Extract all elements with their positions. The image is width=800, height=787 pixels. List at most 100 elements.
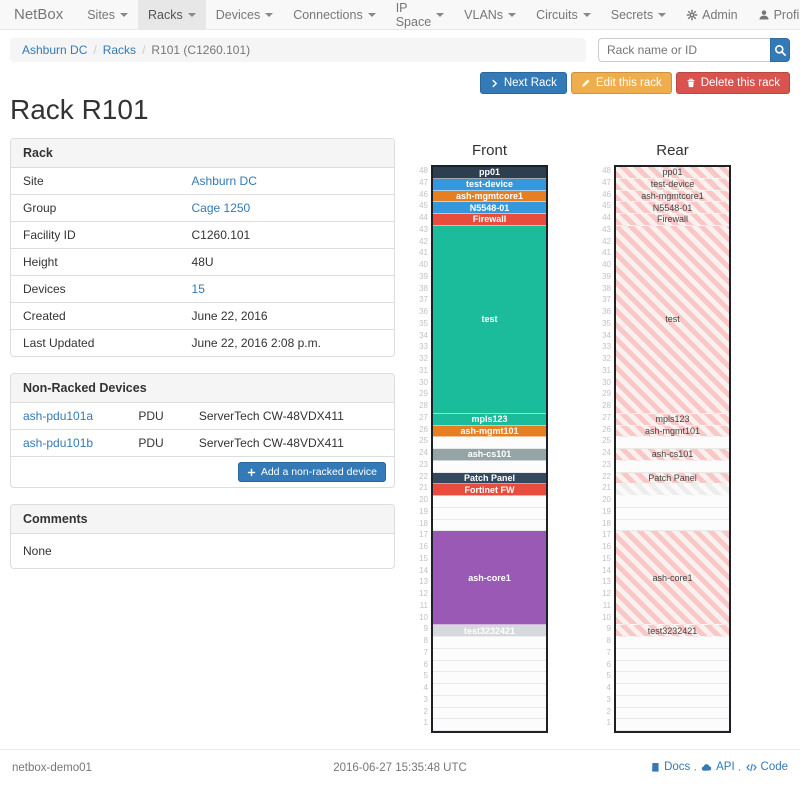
unit-number: 40 xyxy=(417,259,431,271)
delete-this-rack-button[interactable]: Delete this rack xyxy=(676,72,790,94)
search-button[interactable] xyxy=(770,38,790,62)
unit-number: 38 xyxy=(600,283,614,295)
rack-unit-empty xyxy=(616,637,729,649)
footer-link-api[interactable]: API xyxy=(700,761,735,773)
rack-unit-empty xyxy=(433,708,546,720)
nav-item-label: Sites xyxy=(87,8,115,22)
rack-device-test3232421[interactable]: test3232421 xyxy=(616,625,729,637)
unit-number: 36 xyxy=(417,306,431,318)
nav-item-admin[interactable]: Admin xyxy=(676,0,747,29)
rack-device-ash-mgmtcore1[interactable]: ash-mgmtcore1 xyxy=(616,191,729,203)
footer-link-docs[interactable]: Docs xyxy=(650,761,690,773)
user-icon xyxy=(758,9,770,21)
chevron-down-icon xyxy=(658,13,666,17)
nav-item-devices[interactable]: Devices xyxy=(206,0,283,29)
nav-item-ip-space[interactable]: IP Space xyxy=(386,0,454,29)
nav-item-racks[interactable]: Racks xyxy=(138,0,206,29)
unit-number: 48 xyxy=(600,165,614,177)
rack-device-test[interactable]: test xyxy=(433,226,546,414)
rack-device-n5548-01[interactable]: N5548-01 xyxy=(433,202,546,214)
rack-device-pp01[interactable]: pp01 xyxy=(616,167,729,179)
nav-item-sites[interactable]: Sites xyxy=(77,0,138,29)
device-name-link[interactable]: ash-pdu101a xyxy=(23,409,93,423)
unit-number: 33 xyxy=(417,341,431,353)
nav-item-profile[interactable]: Profile xyxy=(748,0,800,29)
netbox-brand[interactable]: NetBox xyxy=(0,0,77,29)
rack-attr-rows: SiteAshburn DCGroupCage 1250Facility IDC… xyxy=(11,168,394,356)
rack-device-patch-panel[interactable]: Patch Panel xyxy=(433,473,546,485)
rack-device-ash-cs101[interactable]: ash-cs101 xyxy=(616,449,729,461)
attr-value[interactable]: 15 xyxy=(192,282,205,296)
rack-device-test[interactable]: test xyxy=(616,226,729,414)
unit-number: 22 xyxy=(417,471,431,483)
cloud-icon xyxy=(700,762,713,773)
nav-item-label: IP Space xyxy=(396,1,431,29)
unit-number: 19 xyxy=(417,506,431,518)
attr-label: Group xyxy=(11,195,180,222)
comments-panel: Comments None xyxy=(10,504,395,569)
navbar: NetBox Sites RacksDevicesConnections IP Sp… xyxy=(0,0,800,30)
rack-device-pp01[interactable]: pp01 xyxy=(433,167,546,179)
rack-device-ash-core1[interactable]: ash-core1 xyxy=(616,531,729,625)
rack-device-n5548-01[interactable]: N5548-01 xyxy=(616,202,729,214)
rack-device-firewall[interactable]: Firewall xyxy=(433,214,546,226)
rack-device-test-device[interactable]: test-device xyxy=(433,179,546,191)
breadcrumb-item-ashburn-dc[interactable]: Ashburn DC xyxy=(22,43,87,57)
unit-number: 30 xyxy=(417,377,431,389)
unit-number: 32 xyxy=(417,353,431,365)
rack-device-firewall[interactable]: Firewall xyxy=(616,214,729,226)
unit-number: 40 xyxy=(600,259,614,271)
unit-number: 47 xyxy=(600,177,614,189)
nav-item-connections[interactable]: Connections xyxy=(283,0,386,29)
device-role: PDU xyxy=(126,403,187,430)
breadcrumb-item-racks[interactable]: Racks xyxy=(103,43,136,57)
edit-this-rack-button[interactable]: Edit this rack xyxy=(571,72,672,94)
rack-device-label: test3232421 xyxy=(648,626,698,636)
rack-device-ash-mgmt101[interactable]: ash-mgmt101 xyxy=(616,426,729,438)
rack-actions: Next RackEdit this rackDelete this rack xyxy=(10,72,790,94)
unit-number: 18 xyxy=(600,518,614,530)
unit-number: 26 xyxy=(417,424,431,436)
nav-item-secrets[interactable]: Secrets xyxy=(601,0,676,29)
rack-device-ash-core1[interactable]: ash-core1 xyxy=(433,531,546,625)
unit-number: 3 xyxy=(600,694,614,706)
unit-number: 11 xyxy=(417,600,431,612)
next-rack-button[interactable]: Next Rack xyxy=(480,72,567,94)
add-non-racked-device-button[interactable]: Add a non-racked device xyxy=(238,462,386,482)
unit-number: 43 xyxy=(600,224,614,236)
unit-number: 3 xyxy=(417,694,431,706)
rack-device-fortinet-fw[interactable]: Fortinet FW xyxy=(433,484,546,496)
attr-value[interactable]: Cage 1250 xyxy=(192,201,251,215)
device-name-link[interactable]: ash-pdu101b xyxy=(23,436,93,450)
footer-link-code[interactable]: Code xyxy=(745,761,789,773)
search-input[interactable] xyxy=(598,38,770,62)
unit-number: 42 xyxy=(417,236,431,248)
attr-value[interactable]: Ashburn DC xyxy=(192,174,257,188)
unit-number: 37 xyxy=(417,294,431,306)
unit-number: 11 xyxy=(600,600,614,612)
non-racked-rows: ash-pdu101aPDUServerTech CW-48VDX411ash-… xyxy=(11,403,394,456)
code-icon xyxy=(745,762,758,773)
footer-hostname: netbox-demo01 xyxy=(12,762,271,774)
chevron-down-icon xyxy=(583,13,591,17)
rack-device-patch-panel[interactable]: Patch Panel xyxy=(616,473,729,485)
rack-device-mpls123[interactable]: mpls123 xyxy=(616,414,729,426)
non-racked-panel-title: Non-Racked Devices xyxy=(11,374,394,403)
rack-device-ash-mgmt101[interactable]: ash-mgmt101 xyxy=(433,426,546,438)
rack-unit-empty xyxy=(433,437,546,449)
rack-unit-empty xyxy=(433,696,546,708)
nav-item-circuits[interactable]: Circuits xyxy=(526,0,601,29)
rack-device-mpls123[interactable]: mpls123 xyxy=(433,414,546,426)
unit-number: 15 xyxy=(600,553,614,565)
rack-device-test3232421[interactable]: test3232421 xyxy=(433,625,546,637)
nav-item-label: Profile xyxy=(774,8,800,22)
rack-device-ash-cs101[interactable]: ash-cs101 xyxy=(433,449,546,461)
unit-number: 34 xyxy=(417,330,431,342)
rack-device-test-device[interactable]: test-device xyxy=(616,179,729,191)
rack-device-ash-mgmtcore1[interactable]: ash-mgmtcore1 xyxy=(433,191,546,203)
rack-unit-empty xyxy=(616,437,729,449)
rack-unit-empty xyxy=(433,719,546,731)
unit-number: 28 xyxy=(417,400,431,412)
nav-item-vlans[interactable]: VLANs xyxy=(454,0,526,29)
unit-number: 7 xyxy=(417,647,431,659)
